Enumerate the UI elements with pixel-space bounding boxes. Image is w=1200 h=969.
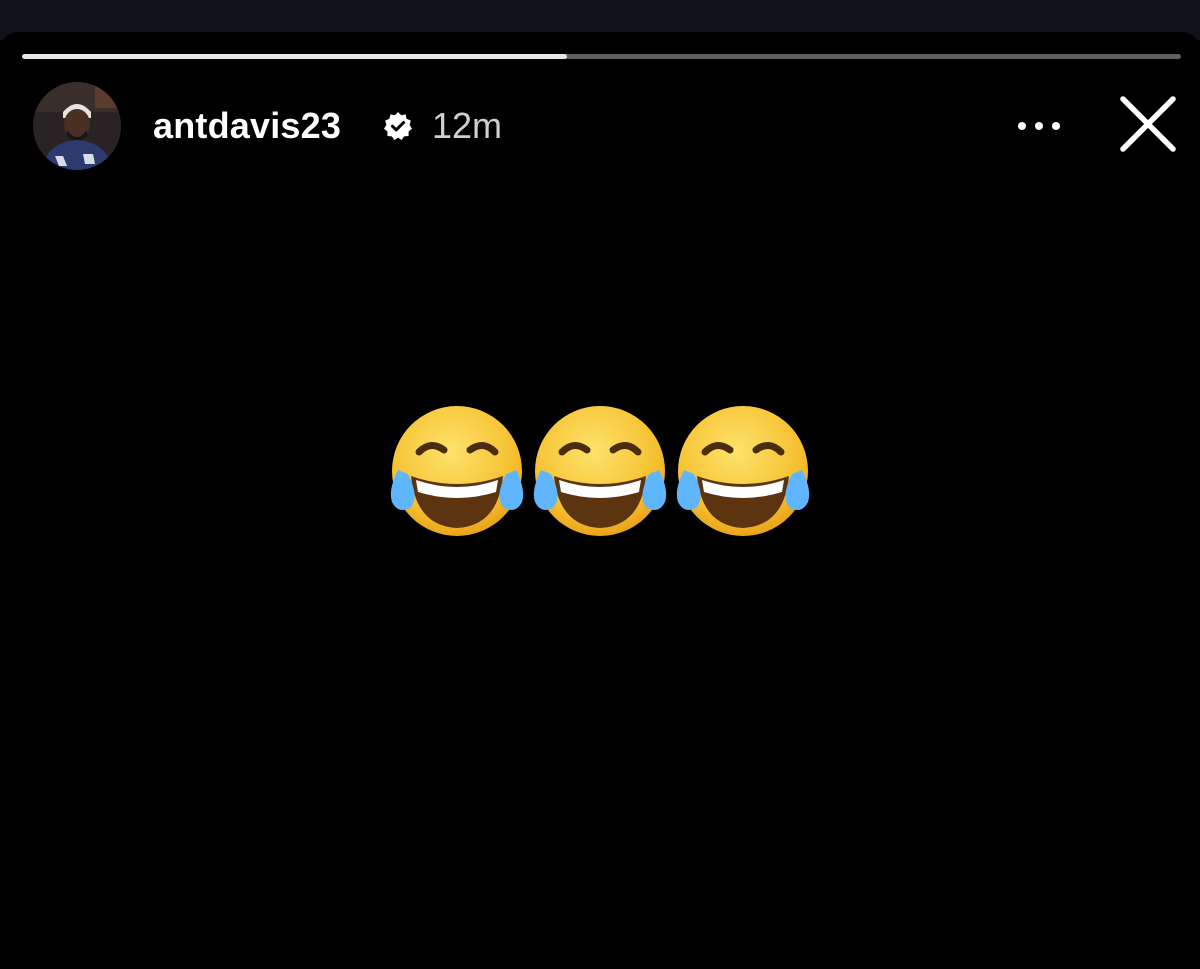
face-with-tears-of-joy-icon	[390, 406, 524, 536]
face-with-tears-of-joy-icon	[533, 406, 667, 536]
close-button[interactable]	[1112, 88, 1184, 160]
post-time: 12m	[432, 105, 503, 146]
face-with-tears-of-joy-icon	[676, 406, 810, 536]
avatar[interactable]	[33, 82, 121, 170]
verified-badge-icon	[384, 112, 412, 140]
username[interactable]: antdavis23	[153, 104, 341, 148]
more-horizontal-icon	[1018, 122, 1060, 130]
more-options-button[interactable]	[1010, 110, 1068, 142]
story-progress-fill	[22, 54, 567, 59]
story-progress-bar	[22, 54, 1181, 59]
story-content-emojis	[386, 402, 814, 542]
close-icon	[1120, 96, 1176, 152]
avatar-photo-icon	[33, 82, 121, 170]
story-viewer[interactable]: antdavis23 12m	[0, 32, 1200, 969]
